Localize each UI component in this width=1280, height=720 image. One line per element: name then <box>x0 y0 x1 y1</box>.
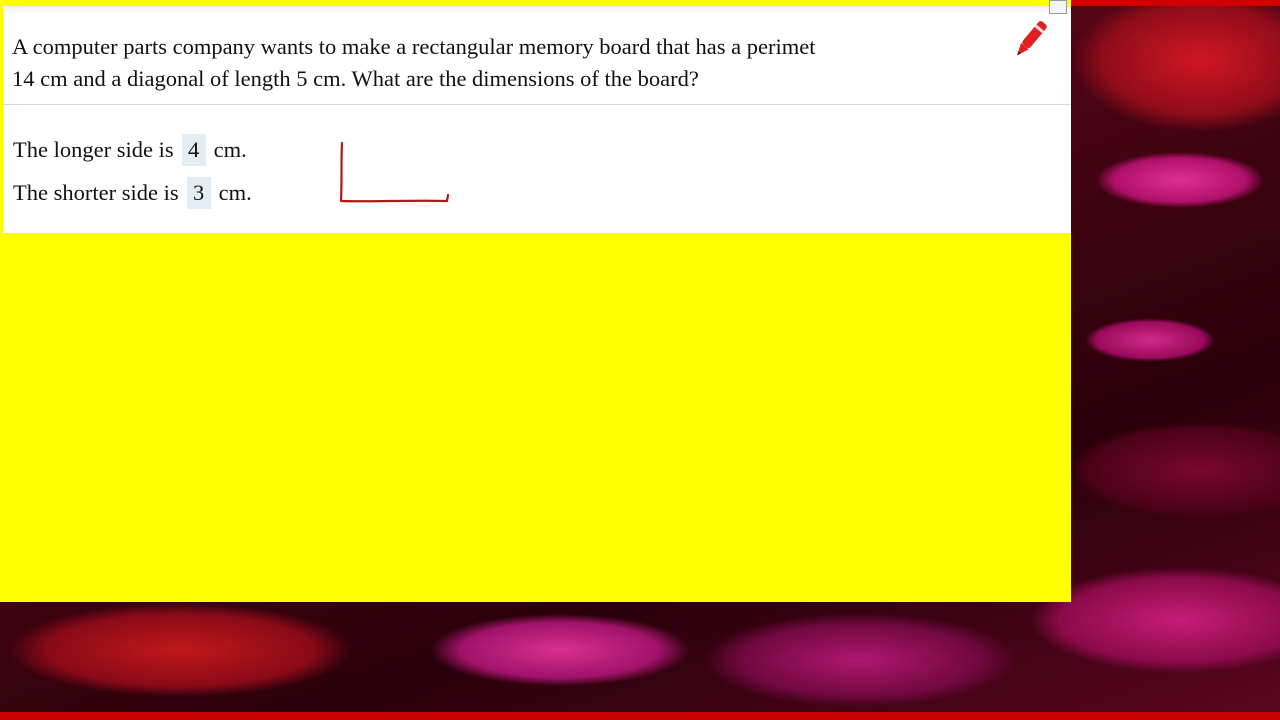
shorter-side-input[interactable]: 3 <box>186 177 211 209</box>
shorter-side-label: The shorter side is <box>13 180 179 205</box>
bottom-frame-bar <box>0 712 1280 720</box>
longer-side-answer-row: The longer side is 4 cm. <box>13 134 247 166</box>
question-divider <box>3 104 1071 105</box>
question-line-1: A computer parts company wants to make a… <box>12 34 816 59</box>
shorter-side-unit: cm. <box>218 180 252 205</box>
longer-side-unit: cm. <box>213 137 247 162</box>
restore-window-icon[interactable] <box>1049 0 1067 14</box>
hand-drawn-rectangle-sketch <box>339 141 450 203</box>
longer-side-input[interactable]: 4 <box>181 134 206 166</box>
question-line-2: 14 cm and a diagonal of length 5 cm. Wha… <box>12 66 699 91</box>
longer-side-label: The longer side is <box>13 137 174 162</box>
top-right-frame-bar <box>1070 0 1280 6</box>
pen-tool-icon[interactable] <box>1008 14 1052 66</box>
question-text: A computer parts company wants to make a… <box>12 31 1007 95</box>
shorter-side-answer-row: The shorter side is 3 cm. <box>13 177 252 209</box>
